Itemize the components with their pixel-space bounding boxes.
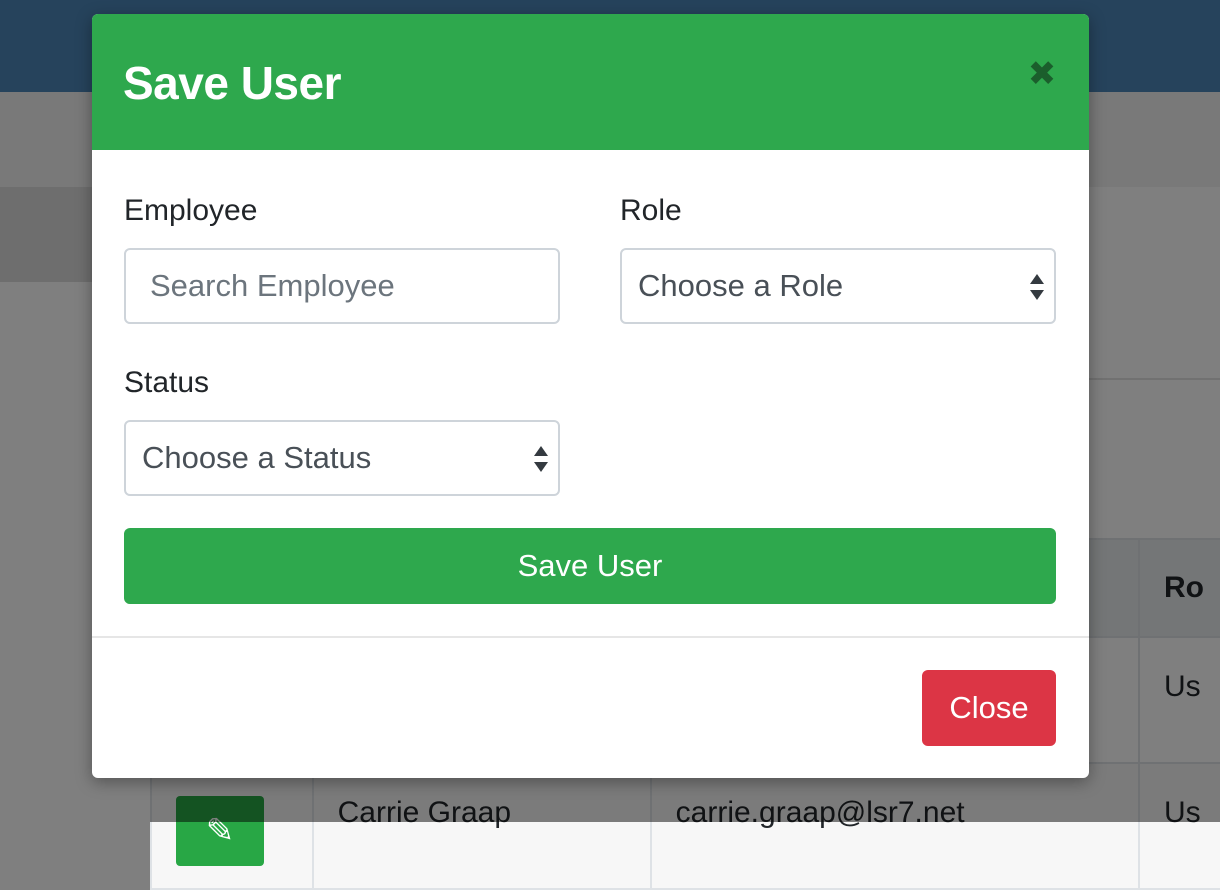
save-user-modal: Save User ✖ Employee Role Choose a Role … [92, 14, 1089, 778]
select-arrows-icon [1030, 274, 1044, 300]
employee-label: Employee [124, 194, 258, 227]
role-select[interactable]: Choose a Role [620, 248, 1056, 324]
save-user-button[interactable]: Save User [124, 528, 1056, 604]
select-arrows-icon [534, 446, 548, 472]
close-button[interactable]: Close [922, 670, 1056, 746]
employee-search-input[interactable] [124, 248, 560, 324]
role-label: Role [620, 194, 682, 227]
status-select[interactable]: Choose a Status [124, 420, 560, 496]
status-select-value: Choose a Status [142, 440, 372, 475]
modal-footer-divider [92, 636, 1089, 638]
close-icon[interactable]: ✖ [1024, 56, 1060, 92]
modal-header: Save User ✖ [92, 14, 1089, 150]
status-label: Status [124, 366, 210, 399]
role-select-value: Choose a Role [638, 268, 844, 303]
modal-title: Save User [123, 57, 342, 109]
